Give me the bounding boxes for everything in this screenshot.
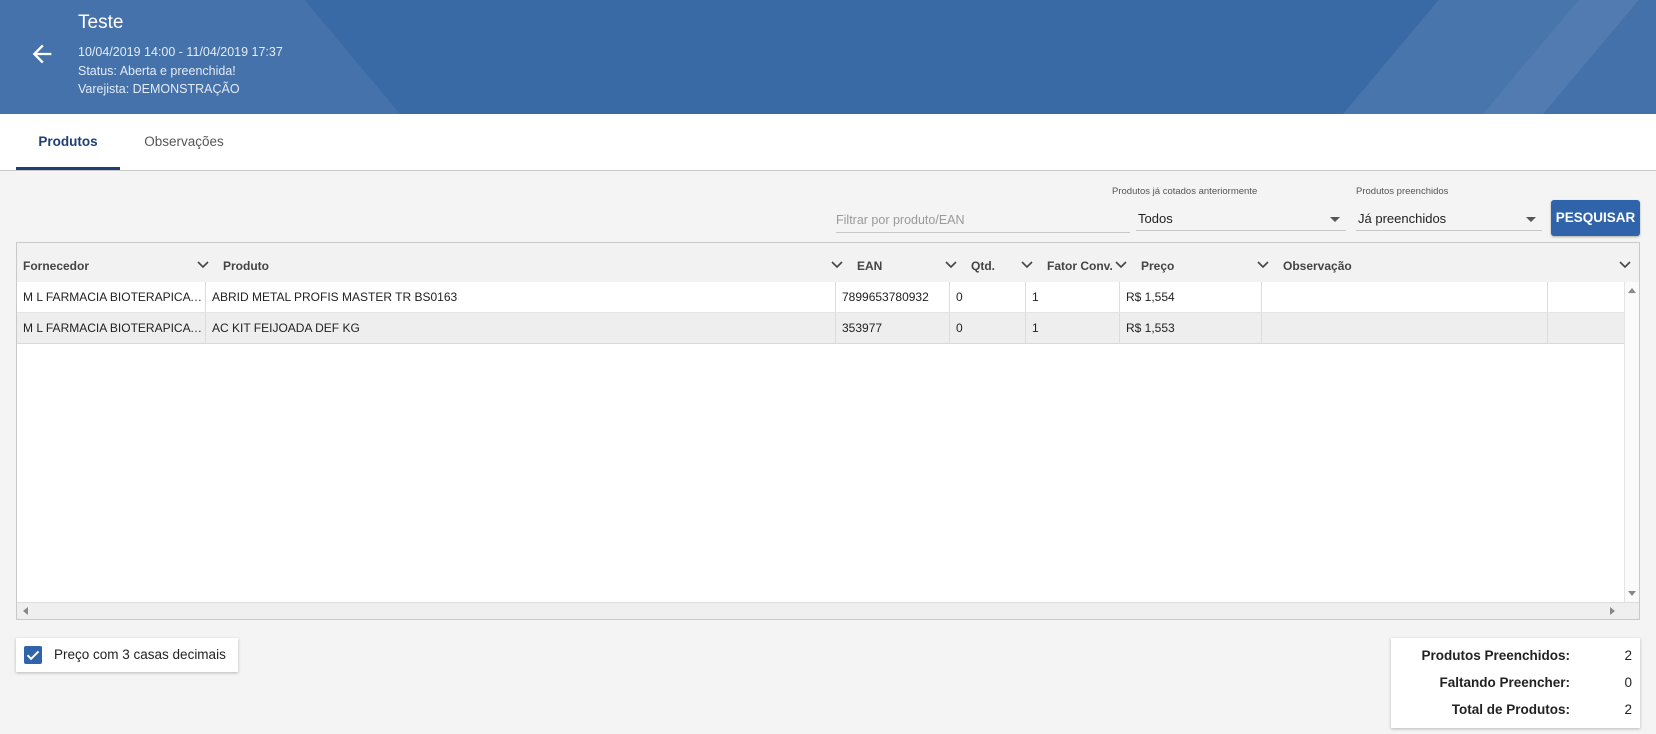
products-grid: Fornecedor Produto EAN Qtd. Fator Conv. …	[16, 242, 1640, 620]
filled-filter-value: Já preenchidos	[1358, 211, 1447, 226]
column-header-observacao[interactable]: Observação	[1277, 243, 1639, 282]
filled-filter-label: Produtos preenchidos	[1356, 186, 1449, 197]
totals-filled-value: 2	[1624, 648, 1632, 663]
totals-total: Total de Produtos: 2	[1391, 702, 1640, 722]
cell-produto: ABRID METAL PROFIS MASTER TR BS0163	[206, 282, 836, 312]
chevron-down-icon	[197, 261, 209, 269]
tab-produtos[interactable]: Produtos	[16, 114, 120, 170]
cell-qtd[interactable]: 0	[950, 282, 1026, 312]
column-label: EAN	[857, 259, 883, 273]
cell-fornecedor: M L FARMACIA BIOTERAPICA LTDA	[17, 282, 206, 312]
totals-missing-value: 0	[1624, 675, 1632, 690]
cell-observacao[interactable]	[1262, 313, 1548, 343]
quoted-filter-value: Todos	[1138, 211, 1173, 226]
tab-bar: Produtos Observações	[0, 114, 1656, 171]
search-button[interactable]: PESQUISAR	[1551, 200, 1640, 236]
column-header-produto[interactable]: Produto	[217, 243, 851, 282]
column-label: Preço	[1141, 259, 1175, 273]
cell-fornecedor: M L FARMACIA BIOTERAPICA LTDA	[17, 313, 206, 343]
chevron-down-icon	[1115, 261, 1127, 269]
scroll-up-icon[interactable]	[1628, 288, 1636, 293]
vertical-scrollbar[interactable]	[1624, 282, 1639, 602]
column-header-qtd[interactable]: Qtd.	[965, 243, 1041, 282]
horizontal-scrollbar[interactable]	[17, 602, 1639, 619]
totals-total-value: 2	[1624, 702, 1632, 717]
scroll-right-icon[interactable]	[1610, 607, 1615, 615]
cell-fator-conv[interactable]: 1	[1026, 282, 1120, 312]
quote-status: Status: Aberta e preenchida!	[78, 64, 236, 78]
column-label: Observação	[1283, 259, 1352, 273]
cell-produto: AC KIT FEIJOADA DEF KG	[206, 313, 836, 343]
cell-ean: 353977	[836, 313, 950, 343]
arrow-left-icon	[32, 44, 52, 64]
cell-preco[interactable]: R$ 1,553	[1120, 313, 1262, 343]
app-header: Teste 10/04/2019 14:00 - 11/04/2019 17:3…	[0, 0, 1656, 114]
scroll-left-icon[interactable]	[23, 607, 28, 615]
chevron-down-icon	[1257, 261, 1269, 269]
quoted-filter-select[interactable]: Todos	[1136, 206, 1346, 231]
totals-missing: Faltando Preencher: 0	[1391, 675, 1640, 695]
scroll-down-icon[interactable]	[1628, 591, 1636, 596]
grid-header: Fornecedor Produto EAN Qtd. Fator Conv. …	[17, 243, 1639, 283]
totals-filled: Produtos Preenchidos: 2	[1391, 648, 1640, 668]
checkbox[interactable]	[24, 646, 42, 664]
decimal-precision-toggle[interactable]: Preço com 3 casas decimais	[16, 638, 238, 672]
column-label: Fator Conv.	[1047, 259, 1113, 273]
dropdown-caret-icon	[1526, 217, 1536, 222]
totals-missing-label: Faltando Preencher:	[1439, 675, 1570, 690]
column-label: Produto	[223, 259, 269, 273]
column-label: Fornecedor	[23, 259, 90, 273]
back-button[interactable]	[28, 40, 56, 68]
chevron-down-icon	[945, 261, 957, 269]
dropdown-caret-icon	[1330, 217, 1340, 222]
cell-fator-conv[interactable]: 1	[1026, 313, 1120, 343]
retailer-name: Varejista: DEMONSTRAÇÃO	[78, 82, 240, 96]
column-header-fator-conv[interactable]: Fator Conv.	[1041, 243, 1135, 282]
page-title: Teste	[78, 12, 124, 33]
table-row[interactable]: M L FARMACIA BIOTERAPICA LTDA AC KIT FEI…	[17, 313, 1633, 344]
cell-ean: 7899653780932	[836, 282, 950, 312]
chevron-down-icon	[1021, 261, 1033, 269]
quote-period: 10/04/2019 14:00 - 11/04/2019 17:37	[78, 45, 283, 59]
chevron-down-icon	[831, 261, 843, 269]
filled-filter-select[interactable]: Já preenchidos	[1356, 206, 1542, 231]
cell-qtd[interactable]: 0	[950, 313, 1026, 343]
column-header-preco[interactable]: Preço	[1135, 243, 1277, 282]
chevron-down-icon	[1619, 261, 1631, 269]
cell-observacao[interactable]	[1262, 282, 1548, 312]
table-row[interactable]: M L FARMACIA BIOTERAPICA LTDA ABRID META…	[17, 282, 1633, 313]
check-icon	[26, 650, 40, 661]
column-header-ean[interactable]: EAN	[851, 243, 965, 282]
column-label: Qtd.	[971, 259, 995, 273]
totals-total-label: Total de Produtos:	[1451, 702, 1570, 717]
tab-observacoes[interactable]: Observações	[126, 114, 242, 170]
totals-panel: Produtos Preenchidos: 2 Faltando Preench…	[1391, 638, 1640, 728]
column-header-fornecedor[interactable]: Fornecedor	[17, 243, 217, 282]
totals-filled-label: Produtos Preenchidos:	[1421, 648, 1570, 663]
search-input[interactable]	[836, 208, 1130, 233]
cell-preco[interactable]: R$ 1,554	[1120, 282, 1262, 312]
quoted-filter-label: Produtos já cotados anteriormente	[1112, 186, 1258, 197]
checkbox-label: Preço com 3 casas decimais	[54, 647, 226, 662]
